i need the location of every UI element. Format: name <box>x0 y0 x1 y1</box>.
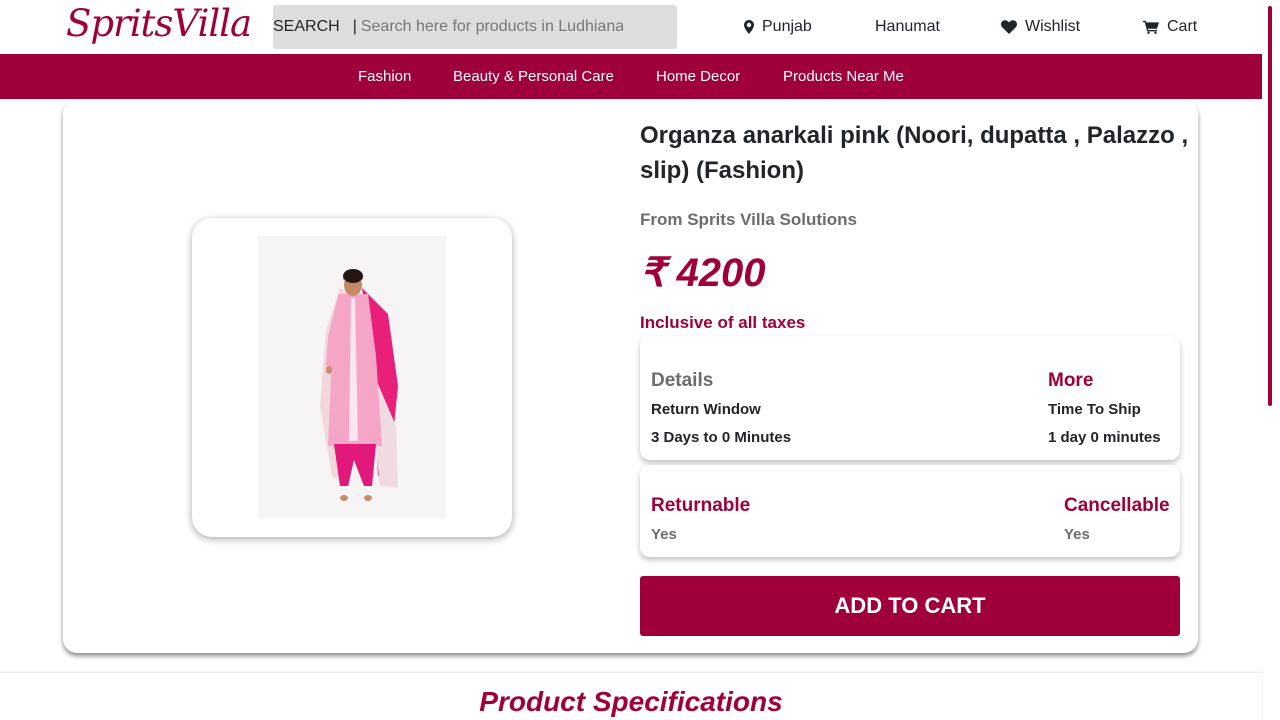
category-fashion[interactable]: Fashion <box>358 68 411 85</box>
page-scrollbar[interactable] <box>1268 6 1272 406</box>
return-window-label: Return Window <box>651 401 761 418</box>
category-home-decor[interactable]: Home Decor <box>656 68 740 85</box>
cancellable-label: Cancellable <box>1064 495 1170 516</box>
location-link[interactable]: Punjab <box>744 18 812 36</box>
taxes-note: Inclusive of all taxes <box>640 313 806 332</box>
time-to-ship-value: 1 day 0 minutes <box>1048 429 1161 446</box>
location-label: Punjab <box>762 18 812 35</box>
seller-name[interactable]: From Sprits Villa Solutions <box>640 210 857 230</box>
search-bar: SEARCH | <box>273 5 677 49</box>
search-label: SEARCH <box>273 18 340 35</box>
category-beauty[interactable]: Beauty & Personal Care <box>453 68 614 85</box>
cart-link[interactable]: Cart <box>1143 18 1197 36</box>
spritsvilla-logo[interactable]: SpritsVilla <box>66 2 252 45</box>
category-bar: Fashion Beauty & Personal Care Home Deco… <box>0 54 1262 99</box>
top-navbar: SpritsVilla SEARCH | Punjab Hanumat Wish… <box>0 0 1262 54</box>
product-image[interactable] <box>258 236 446 518</box>
details-box: Details Return Window 3 Days to 0 Minute… <box>640 336 1180 460</box>
cart-label: Cart <box>1167 18 1198 35</box>
search-input[interactable] <box>360 18 623 36</box>
search-separator: | <box>352 18 357 35</box>
heart-icon <box>1001 20 1017 34</box>
product-price: ₹ 4200 <box>640 251 766 295</box>
more-heading: More <box>1048 370 1094 391</box>
return-window-value: 3 Days to 0 Minutes <box>651 429 792 446</box>
product-image-frame <box>192 218 512 537</box>
details-heading: Details <box>651 370 714 391</box>
wishlist-label: Wishlist <box>1025 18 1081 35</box>
user-name: Hanumat <box>875 18 940 35</box>
map-marker-icon <box>744 20 754 34</box>
category-products-near-me[interactable]: Products Near Me <box>783 68 904 85</box>
cancellable-value: Yes <box>1064 526 1090 543</box>
wishlist-link[interactable]: Wishlist <box>1001 18 1080 36</box>
returnable-label: Returnable <box>651 495 751 516</box>
user-link[interactable]: Hanumat <box>875 18 940 36</box>
product-title: Organza anarkali pink (Noori, dupatta , … <box>640 122 1189 184</box>
add-to-cart-button[interactable]: ADD TO CART <box>640 576 1180 636</box>
specifications-title: Product Specifications <box>479 686 783 717</box>
cart-icon <box>1143 20 1159 34</box>
time-to-ship-label: Time To Ship <box>1048 401 1141 418</box>
policy-box: Returnable Yes Cancellable Yes <box>640 465 1180 557</box>
returnable-value: Yes <box>651 526 677 543</box>
